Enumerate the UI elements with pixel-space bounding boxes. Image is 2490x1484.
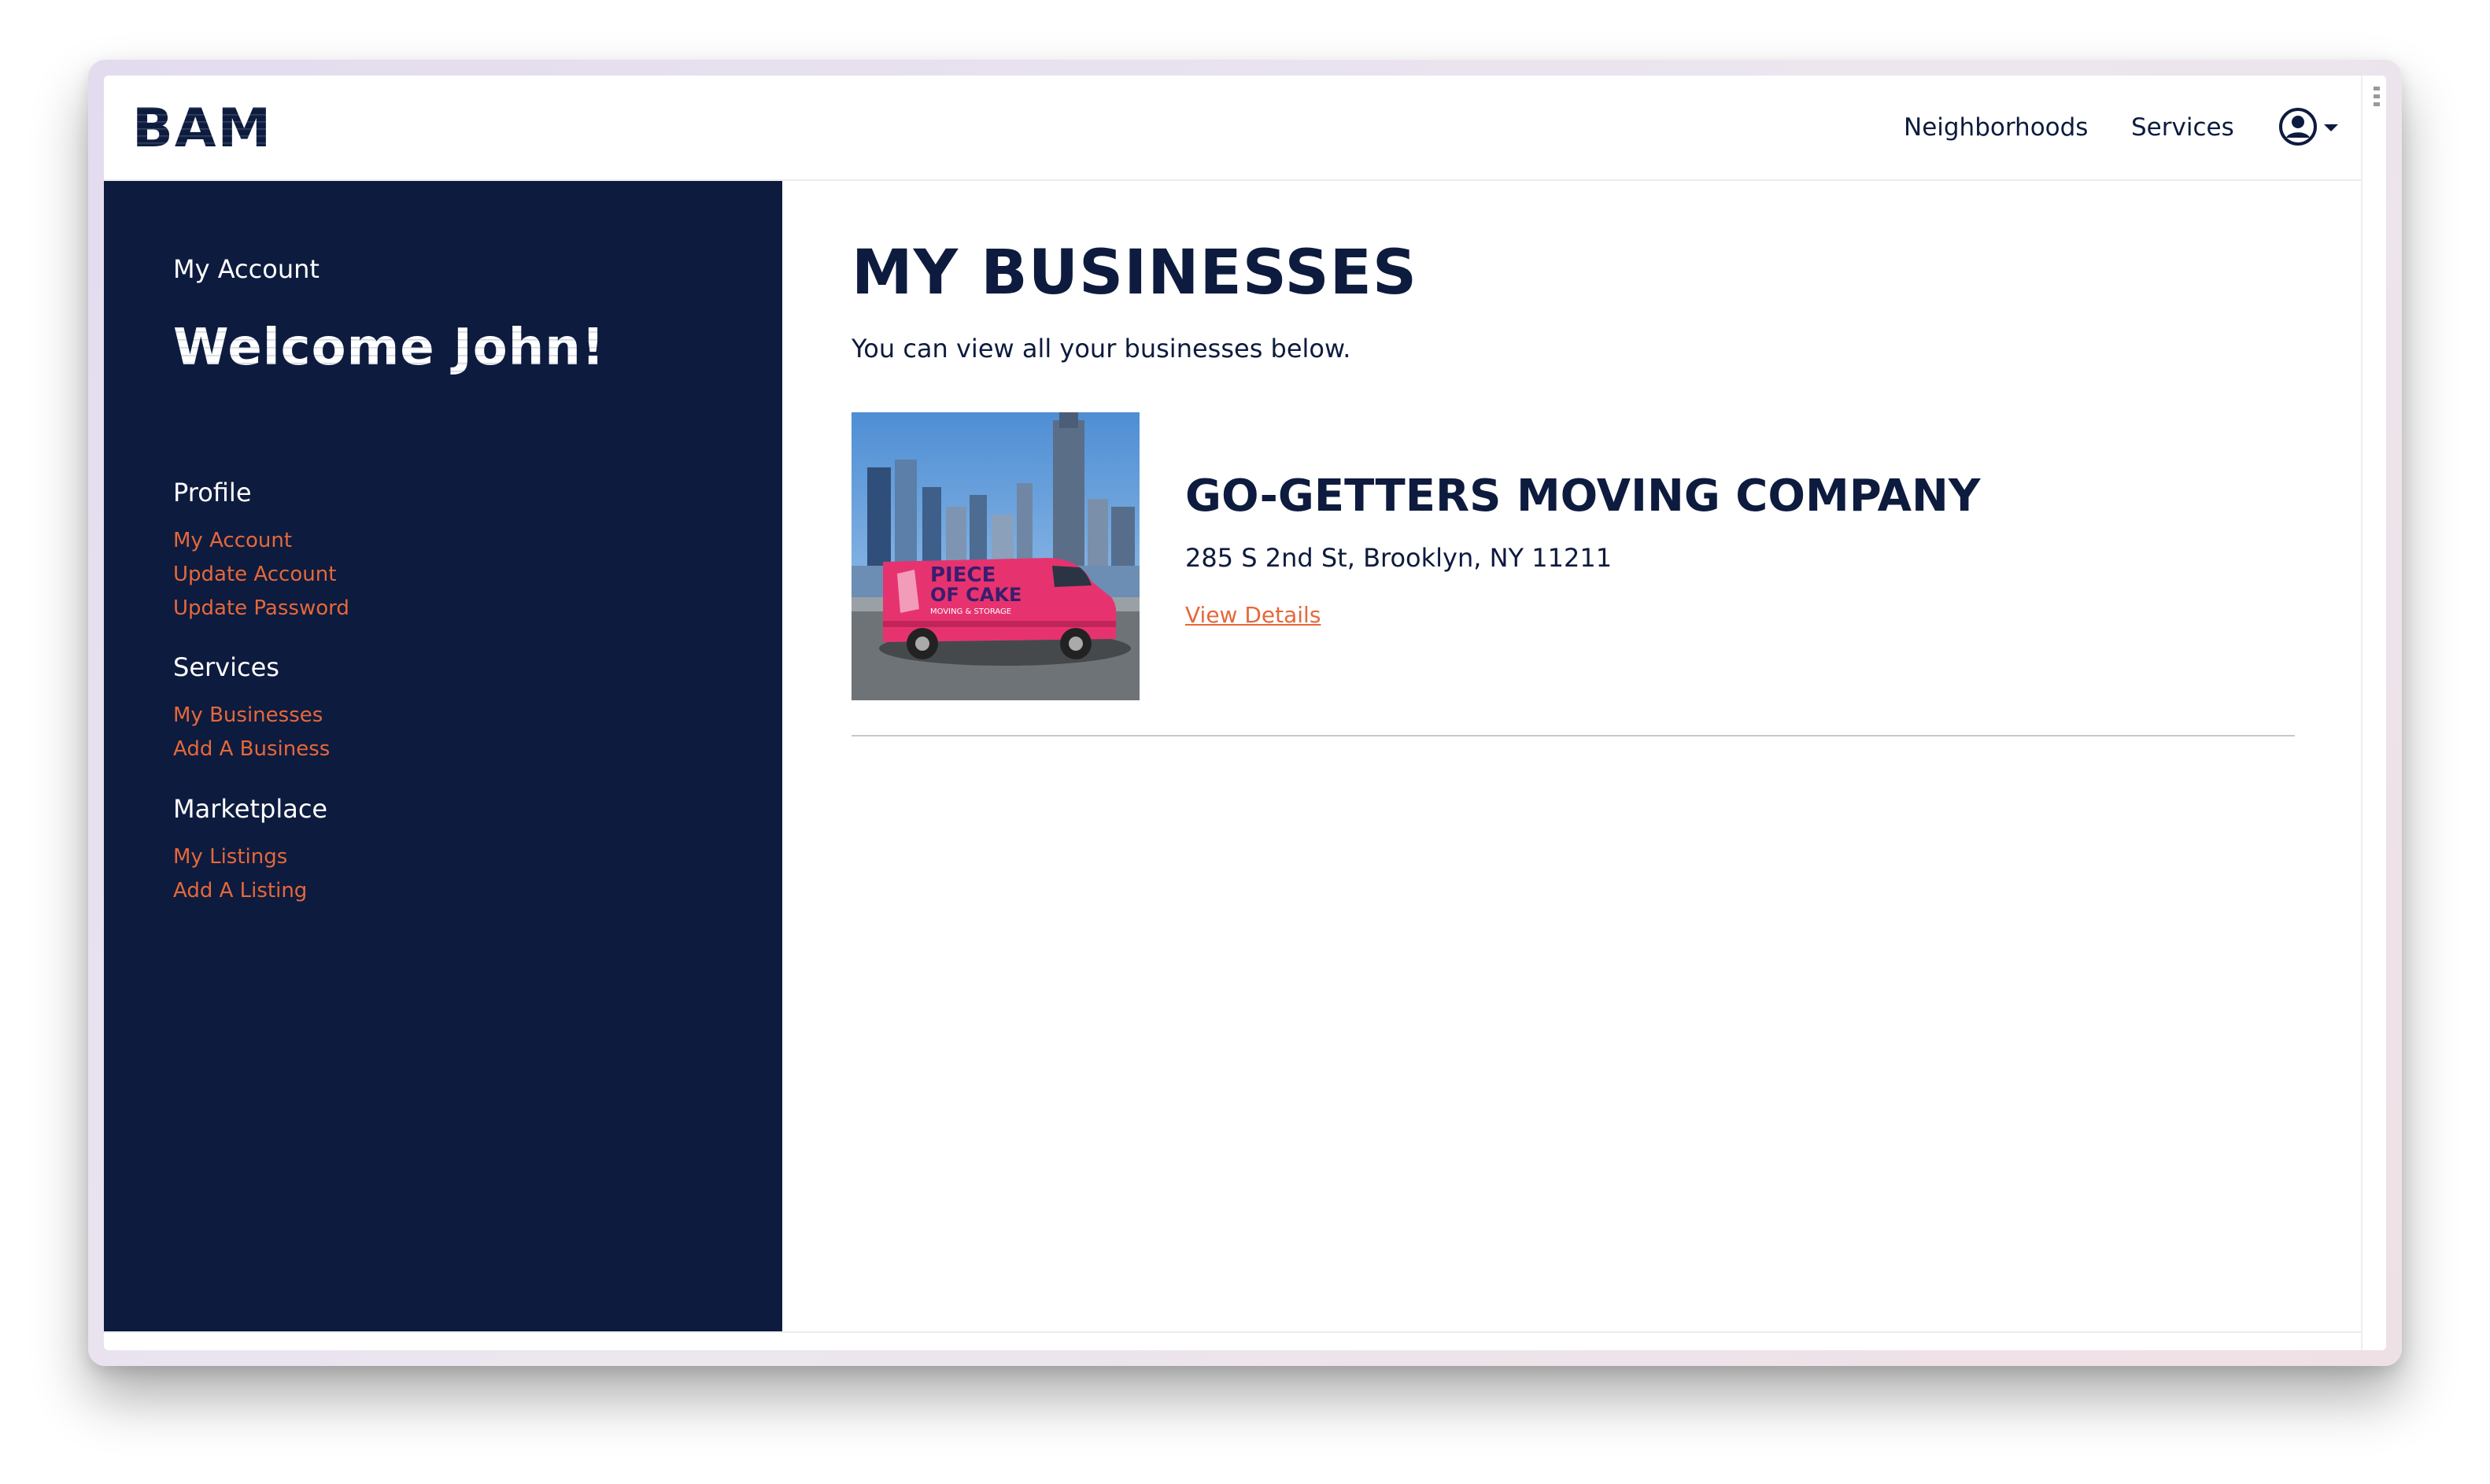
view-details-link[interactable]: View Details bbox=[1185, 601, 1321, 629]
sidebar-link-add-listing[interactable]: Add A Listing bbox=[173, 877, 307, 904]
sidebar-link-my-account[interactable]: My Account bbox=[173, 527, 292, 554]
business-image[interactable]: PIECE OF CAKE MOVING & STORAGE bbox=[852, 412, 1140, 700]
sidebar-section-profile: Profile bbox=[173, 478, 252, 508]
sidebar-section-marketplace: Marketplace bbox=[173, 794, 328, 824]
page-title: MY BUSINESSES bbox=[852, 238, 1418, 308]
business-name: GO-GETTERS MOVING COMPANY bbox=[1185, 471, 1981, 522]
sidebar-link-my-listings[interactable]: My Listings bbox=[173, 844, 287, 870]
business-address: 285 S 2nd St, Brooklyn, NY 11211 bbox=[1185, 543, 1613, 573]
user-menu-button[interactable] bbox=[2278, 107, 2344, 148]
vertical-scrollbar[interactable] bbox=[2361, 76, 2386, 1350]
scroll-grip-icon[interactable] bbox=[2374, 87, 2380, 110]
welcome-heading: Welcome John! bbox=[173, 319, 606, 377]
van-text-moving: MOVING & STORAGE bbox=[930, 607, 1011, 616]
bam-logo[interactable]: BAM bbox=[132, 102, 272, 156]
nav-neighborhoods-link[interactable]: Neighborhoods bbox=[1904, 112, 2088, 143]
account-sidebar: My Account Welcome John! Profile My Acco… bbox=[104, 181, 782, 1331]
sidebar-link-add-business[interactable]: Add A Business bbox=[173, 736, 330, 762]
sidebar-link-my-businesses[interactable]: My Businesses bbox=[173, 702, 323, 729]
moving-van-photo: PIECE OF CAKE MOVING & STORAGE bbox=[852, 412, 1140, 700]
browser-window: BAM Neighborhoods Services My Account We… bbox=[88, 60, 2402, 1366]
page: BAM Neighborhoods Services My Account We… bbox=[104, 76, 2386, 1350]
sidebar-link-update-password[interactable]: Update Password bbox=[173, 595, 349, 622]
caret-down-icon bbox=[2324, 124, 2338, 131]
sidebar-link-update-account[interactable]: Update Account bbox=[173, 561, 336, 588]
nav-services-link[interactable]: Services bbox=[2131, 112, 2234, 143]
page-description: You can view all your businesses below. bbox=[852, 334, 1351, 364]
main-content: MY BUSINESSES You can view all your busi… bbox=[782, 181, 2363, 1331]
page-bottom-edge bbox=[104, 1331, 2386, 1350]
sidebar-section-services: Services bbox=[173, 652, 279, 682]
sidebar-subtitle: My Account bbox=[173, 254, 320, 284]
van-text-of-cake: OF CAKE bbox=[930, 584, 1021, 606]
business-divider bbox=[852, 735, 2295, 736]
top-navbar: BAM Neighborhoods Services bbox=[104, 76, 2386, 181]
user-circle-icon bbox=[2279, 108, 2317, 146]
